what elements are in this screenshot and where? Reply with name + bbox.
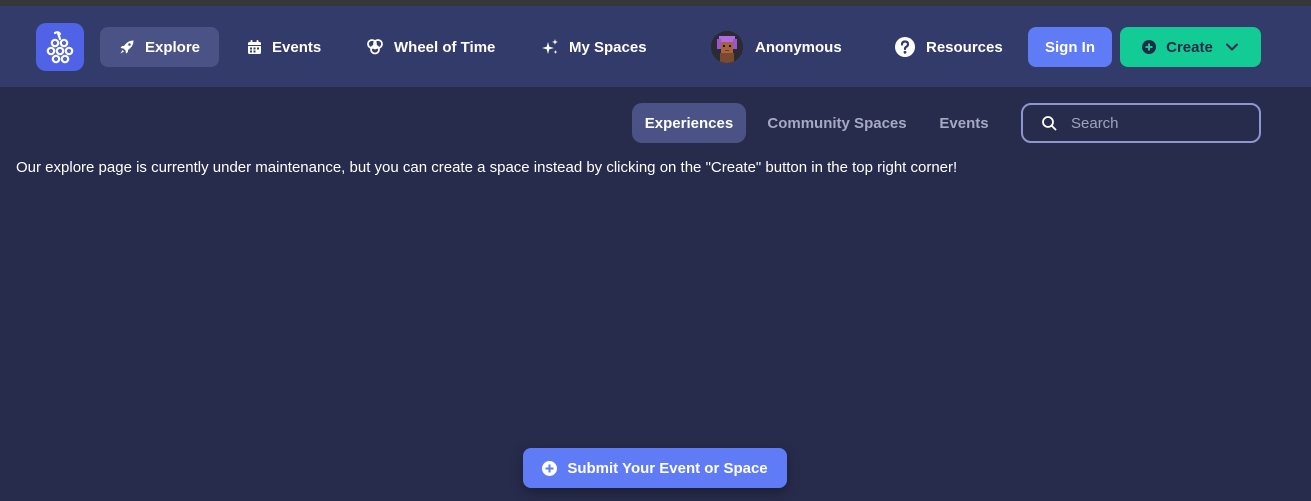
grapes-logo-icon[interactable] [36,23,84,71]
nav-wheel-of-time-label: Wheel of Time [394,38,496,56]
nav-wheel-of-time[interactable]: Wheel of Time [366,27,495,67]
search-icon [1041,115,1057,131]
nav-user-label: Anonymous [755,38,842,56]
nav-resources[interactable]: Resources [894,27,1003,67]
search-box[interactable] [1021,103,1261,143]
sparkles-icon [541,38,559,56]
nav-events[interactable]: Events [247,27,321,67]
plus-circle-icon [1142,40,1157,54]
submit-event-or-space-button[interactable]: Submit Your Event or Space [523,448,787,488]
top-navbar: Explore Events Wheel of Time My Spaces A… [0,6,1311,87]
nav-explore[interactable]: Explore [100,27,219,67]
nav-resources-label: Resources [926,38,1003,56]
nav-explore-label: Explore [144,38,201,56]
sign-in-button[interactable]: Sign In [1028,27,1112,67]
nav-user-anonymous[interactable]: Anonymous [711,27,842,67]
tab-community-spaces[interactable]: Community Spaces [756,103,918,143]
plus-circle-icon [542,460,558,476]
nav-events-label: Events [272,38,322,56]
nav-my-spaces[interactable]: My Spaces [541,27,647,67]
search-input[interactable] [1069,113,1253,133]
rocket-icon [119,39,135,55]
create-button[interactable]: Create [1120,27,1261,67]
avatar [711,31,743,63]
calendar-icon [247,39,262,55]
chevron-down-icon [1225,42,1239,52]
nav-my-spaces-label: My Spaces [569,38,647,56]
maintenance-notice: Our explore page is currently under main… [16,159,958,176]
wheel-of-time-icon [366,38,384,56]
submit-button-label: Submit Your Event or Space [567,459,768,477]
question-circle-icon [894,36,916,58]
create-button-label: Create [1166,38,1213,56]
tab-experiences[interactable]: Experiences [632,103,746,143]
tab-events[interactable]: Events [930,103,998,143]
